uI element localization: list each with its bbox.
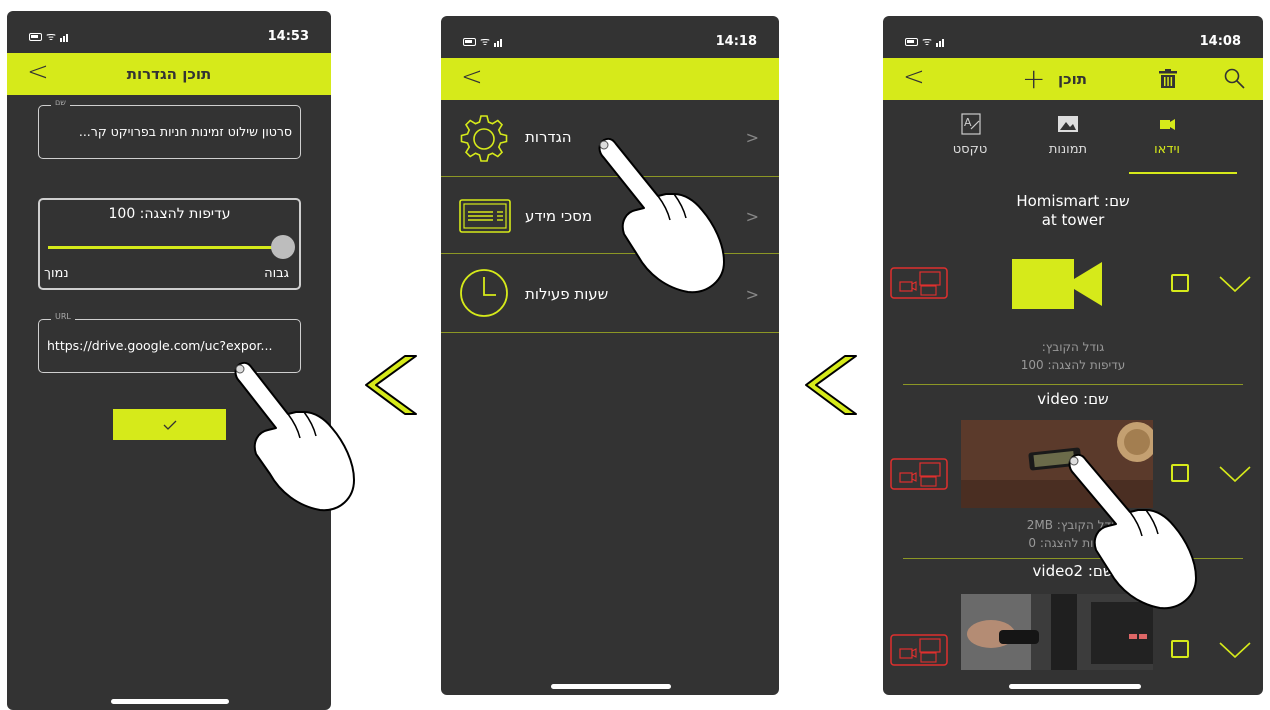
url-field-value: https://drive.google.com/uc?expor... — [47, 338, 273, 353]
tab-text[interactable]: A טקסט — [930, 112, 1010, 157]
nav-bar: < תוכן + — [883, 58, 1263, 100]
tab-images[interactable]: תמונות — [1028, 112, 1108, 157]
tap-hand-icon — [1068, 453, 1197, 610]
status-icons: ᯤ — [463, 35, 503, 48]
back-button[interactable]: < — [461, 62, 483, 92]
video-camera-icon — [1012, 259, 1102, 309]
search-icon[interactable] — [1224, 68, 1246, 90]
home-indicator — [111, 699, 229, 704]
check-icon — [163, 420, 176, 430]
priority-slider-box: עדיפות להצגה: 100 גבוה נמוך — [38, 198, 301, 290]
add-icon[interactable]: + — [1022, 62, 1045, 95]
status-bar: ᯤ 14:18 — [441, 16, 779, 62]
name-field[interactable]: שם סרטון שילוט זמינות חניות בפרויקט קר..… — [38, 98, 301, 159]
video-thumbnail — [1012, 259, 1102, 309]
trash-icon[interactable] — [1159, 69, 1177, 89]
page-title: תוכן הגדרות — [126, 65, 212, 83]
status-time: 14:08 — [1199, 34, 1241, 49]
status-time: 14:53 — [267, 29, 309, 44]
chevron-right-icon: > — [745, 207, 759, 226]
home-indicator — [551, 684, 671, 689]
chevron-down-icon[interactable] — [1219, 642, 1251, 658]
menu-item-label: מסכי מידע — [525, 207, 593, 225]
tab-active-indicator — [1129, 172, 1237, 174]
slider-high-label: גבוה — [264, 266, 289, 281]
priority-slider-thumb[interactable] — [271, 235, 295, 259]
divider — [903, 384, 1243, 385]
text-icon: A — [961, 113, 981, 135]
chevron-down-icon[interactable] — [1219, 276, 1251, 292]
divider — [441, 332, 779, 333]
menu-item-label: הגדרות — [525, 128, 572, 146]
video-icon — [1160, 119, 1175, 130]
slider-low-label: נמוך — [44, 266, 69, 281]
confirm-button[interactable] — [113, 409, 226, 440]
info-screen-icon — [459, 199, 511, 233]
display-type-icon[interactable] — [890, 634, 948, 666]
tap-hand-icon — [598, 137, 725, 294]
item-priority: עדיפות להצגה: 100 — [1020, 358, 1126, 372]
wifi-icon: ᯤ — [922, 35, 933, 48]
select-checkbox[interactable] — [1171, 640, 1189, 658]
image-icon — [1058, 116, 1078, 132]
gear-icon — [460, 115, 508, 162]
wifi-icon: ᯤ — [480, 35, 491, 48]
wifi-icon: ᯤ — [46, 30, 57, 43]
tab-video[interactable]: וידאו — [1127, 112, 1207, 157]
battery-icon — [29, 33, 42, 41]
step-arrow-left-icon — [805, 355, 857, 415]
status-time: 14:18 — [715, 34, 757, 49]
tab-label: תמונות — [1048, 142, 1088, 157]
status-icons: ᯤ — [905, 35, 945, 48]
status-bar: ᯤ 14:08 — [883, 16, 1263, 62]
item-file-size: גודל הקובץ: — [1041, 340, 1105, 354]
name-field-label: שם — [51, 98, 70, 107]
display-type-icon[interactable] — [890, 267, 948, 299]
home-indicator — [1009, 684, 1141, 689]
display-type-icon[interactable] — [890, 458, 948, 490]
back-button[interactable]: < — [903, 62, 925, 92]
name-field-value: סרטון שילוט זמינות חניות בפרויקט קר... — [78, 124, 292, 139]
select-checkbox[interactable] — [1171, 274, 1189, 292]
item-title: שם: Homismart — [1016, 192, 1130, 210]
tab-label: וידאו — [1154, 142, 1180, 157]
url-field-label: URL — [51, 312, 75, 321]
phone-screen-menu: ᯤ 14:18 < הגדרות > מסכי מידע > שעות פעיל… — [441, 16, 779, 695]
battery-icon — [463, 38, 476, 46]
tap-hand-icon — [234, 361, 355, 512]
status-icons: ᯤ — [29, 30, 69, 43]
svg-text:A: A — [964, 116, 972, 129]
signal-icon — [494, 38, 503, 47]
signal-icon — [936, 38, 945, 47]
step-arrow-left-icon — [365, 355, 417, 415]
battery-icon — [905, 38, 918, 46]
chevron-right-icon: > — [745, 285, 759, 304]
status-bar: ᯤ 14:53 — [7, 11, 331, 57]
clock-icon — [460, 269, 508, 317]
nav-bar: < — [441, 58, 779, 100]
list-item[interactable]: שם: Homismart at tower גודל הקובץ: עדיפו… — [883, 192, 1263, 384]
nav-bar: < תוכן הגדרות — [7, 53, 331, 95]
chevron-down-icon[interactable] — [1219, 466, 1251, 482]
signal-icon — [60, 33, 69, 42]
item-title: שם: video — [1037, 390, 1109, 408]
page-title: תוכן — [1058, 70, 1088, 88]
item-title-line2: at tower — [1041, 211, 1105, 229]
tab-label: טקסט — [952, 142, 988, 157]
content-tabs: A טקסט תמונות וידאו — [883, 106, 1263, 176]
priority-label: עדיפות להצגה: 100 — [108, 206, 231, 222]
priority-slider-track[interactable] — [48, 246, 281, 249]
chevron-right-icon: > — [745, 128, 759, 147]
